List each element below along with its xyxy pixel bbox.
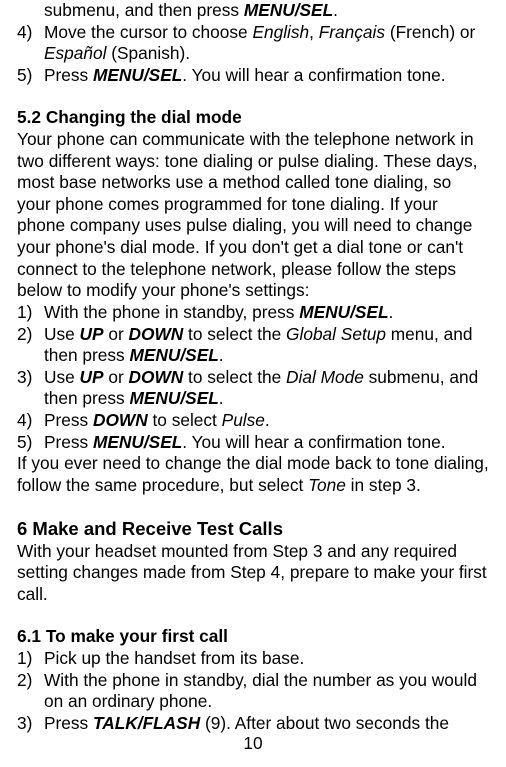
gap — [17, 86, 489, 107]
list-number: 1) — [17, 648, 44, 670]
list-text: Press MENU/SEL. You will hear a confirma… — [44, 432, 489, 454]
list-text: submenu, and then press MENU/SEL. — [44, 0, 489, 22]
pulse: Pulse — [222, 410, 265, 430]
down: DOWN — [129, 324, 184, 344]
menu-sel: MENU/SEL — [244, 0, 333, 20]
down: DOWN — [93, 410, 148, 430]
text: . — [389, 302, 394, 322]
text: (9). After about two seconds the — [200, 713, 449, 733]
text: to select — [148, 410, 222, 430]
text: . — [333, 0, 338, 20]
gap — [17, 496, 489, 517]
dial-mode: Dial Mode — [286, 367, 364, 387]
heading-5-2: 5.2 Changing the dial mode — [17, 107, 489, 129]
list-text: Press DOWN to select Pulse. — [44, 410, 489, 432]
list-item: 2) Use UP or DOWN to select the Global S… — [17, 324, 489, 367]
list-item: submenu, and then press MENU/SEL. — [17, 0, 489, 22]
global-setup: Global Setup — [286, 324, 386, 344]
text: Press — [44, 410, 93, 430]
menu-sel: MENU/SEL — [130, 345, 219, 365]
talk-flash: TALK/FLASH — [93, 713, 200, 733]
paragraph-5-2: Your phone can communicate with the tele… — [17, 129, 489, 302]
page: submenu, and then press MENU/SEL. 4) Mov… — [0, 0, 506, 767]
text: Move the cursor to choose — [44, 22, 252, 42]
text: . You will hear a confirmation tone. — [182, 65, 445, 85]
list-item: 5) Press MENU/SEL. You will hear a confi… — [17, 65, 489, 87]
text: Press — [44, 65, 93, 85]
list-text: With the phone in standby, dial the numb… — [44, 670, 489, 713]
list-text: Press TALK/FLASH (9). After about two se… — [44, 713, 489, 735]
list-number: 5) — [17, 65, 44, 87]
list-number: 4) — [17, 22, 44, 65]
list-item: 2) With the phone in standby, dial the n… — [17, 670, 489, 713]
menu-sel: MENU/SEL — [93, 65, 182, 85]
list-text: With the phone in standby, press MENU/SE… — [44, 302, 489, 324]
list-text: Use UP or DOWN to select the Dial Mode s… — [44, 367, 489, 410]
up: UP — [80, 367, 104, 387]
page-number: 10 — [0, 733, 506, 755]
text: to select the — [183, 367, 286, 387]
down: DOWN — [129, 367, 184, 387]
text: in step 3. — [346, 475, 421, 495]
list-number: 2) — [17, 670, 44, 713]
text: (French) or — [385, 22, 475, 42]
list-text: Use UP or DOWN to select the Global Setu… — [44, 324, 489, 367]
english: English — [252, 22, 309, 42]
text: (Spanish). — [106, 43, 190, 63]
text: . You will hear a confirmation tone. — [182, 432, 445, 452]
list-item: 3) Press TALK/FLASH (9). After about two… — [17, 713, 489, 735]
text: to select the — [183, 324, 286, 344]
list-item: 1) With the phone in standby, press MENU… — [17, 302, 489, 324]
list-item: 4) Press DOWN to select Pulse. — [17, 410, 489, 432]
list-item: 3) Use UP or DOWN to select the Dial Mod… — [17, 367, 489, 410]
list-item: 5) Press MENU/SEL. You will hear a confi… — [17, 432, 489, 454]
menu-sel: MENU/SEL — [93, 432, 182, 452]
menu-sel: MENU/SEL — [299, 302, 388, 322]
up: UP — [80, 324, 104, 344]
text: submenu, and then press — [44, 0, 244, 20]
list-number: 5) — [17, 432, 44, 454]
text: , — [309, 22, 319, 42]
text: With the phone in standby, press — [44, 302, 299, 322]
list-number: 3) — [17, 713, 44, 735]
espanol: Español — [44, 43, 106, 63]
list-number: 4) — [17, 410, 44, 432]
list-number: 2) — [17, 324, 44, 367]
menu-sel: MENU/SEL — [130, 388, 219, 408]
list-text: Move the cursor to choose English, Franç… — [44, 22, 489, 65]
text: Press — [44, 432, 93, 452]
list-item: 4) Move the cursor to choose English, Fr… — [17, 22, 489, 65]
list-text: Pick up the handset from its base. — [44, 648, 489, 670]
paragraph-5-2-tail: If you ever need to change the dial mode… — [17, 453, 489, 496]
tone: Tone — [308, 475, 346, 495]
content: submenu, and then press MENU/SEL. 4) Mov… — [17, 0, 489, 734]
heading-6: 6 Make and Receive Test Calls — [17, 517, 489, 540]
list-item: 1) Pick up the handset from its base. — [17, 648, 489, 670]
text: Use — [44, 324, 80, 344]
gap — [17, 605, 489, 626]
text: Use — [44, 367, 80, 387]
francais: Français — [319, 22, 385, 42]
text: Press — [44, 713, 93, 733]
list-text: Press MENU/SEL. You will hear a confirma… — [44, 65, 489, 87]
text: or — [104, 324, 129, 344]
text: . — [219, 388, 224, 408]
list-number-blank — [17, 0, 44, 22]
heading-6-1: 6.1 To make your first call — [17, 626, 489, 648]
text: . — [219, 345, 224, 365]
paragraph-6: With your headset mounted from Step 3 an… — [17, 541, 489, 606]
list-number: 3) — [17, 367, 44, 410]
text: . — [265, 410, 270, 430]
list-number: 1) — [17, 302, 44, 324]
text: or — [104, 367, 129, 387]
